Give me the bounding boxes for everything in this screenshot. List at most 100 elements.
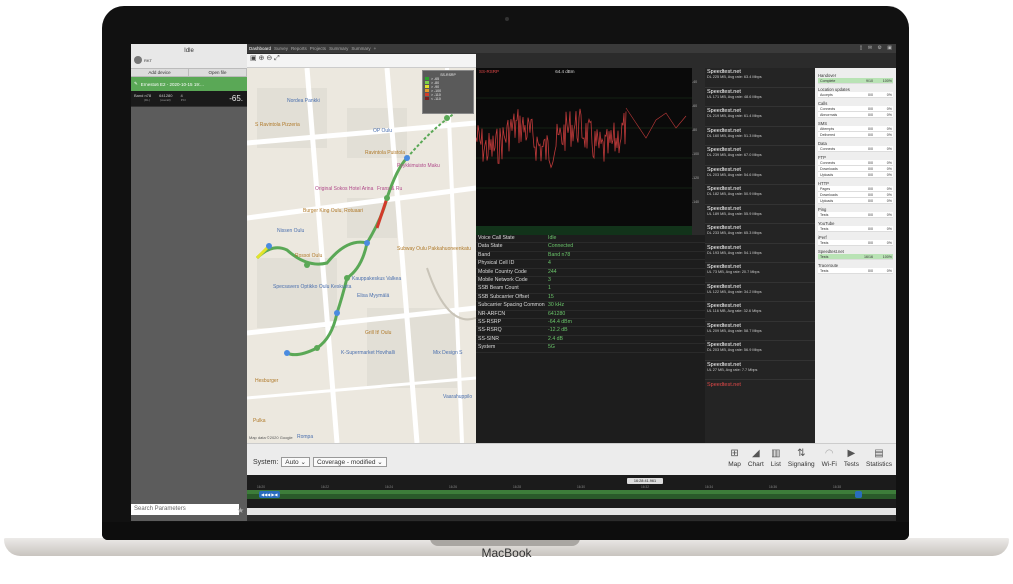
list-tool[interactable]: ▥ List — [771, 447, 781, 468]
tab-reports[interactable]: Reports — [291, 46, 307, 51]
wifi-tool[interactable]: ◠ Wi-Fi — [822, 447, 837, 468]
speedtest-entry[interactable]: Speedtest.net UL 116 MB, Avg rate: 32.6 M… — [705, 302, 815, 322]
timeline-markers[interactable]: ◀◀◀ ▶◀ — [259, 491, 280, 498]
info-value: 244 — [546, 268, 705, 278]
poi-19[interactable]: Vaarahuppilo — [443, 394, 472, 400]
speedtest-entry[interactable]: Speedtest.net UL 189 MB, Avg rate: 55.9 M… — [705, 205, 815, 224]
poi-11[interactable]: Subway Oulu Pakkahuoneenkatu — [397, 246, 471, 252]
stats-row[interactable]: Tests 16/16 100% — [818, 254, 893, 260]
laptop-chin — [102, 522, 909, 540]
speedtest-detail: UL 27 MB, Avg rate: 7.7 Mbps — [707, 367, 758, 372]
system-label: System: — [253, 458, 279, 466]
speedtest-entry[interactable]: Speedtest.net DL 239 MB, Avg rate: 67.0 M… — [705, 146, 815, 166]
stats-row[interactable]: Tests 0/0 0% — [818, 226, 893, 232]
speedtest-entry[interactable]: Speedtest.net UL 171 MB, Avg rate: 48.6 M… — [705, 88, 815, 107]
timeline-cursor[interactable]: 16:28:41.961 — [627, 478, 663, 484]
stats-row[interactable]: Complete 9/10 100% — [818, 78, 893, 84]
poi-3[interactable]: OP Oulu — [373, 128, 392, 134]
search-input[interactable]: Search Parameters — [131, 504, 239, 515]
poi-17[interactable]: Hesburger — [255, 378, 278, 384]
event-strip[interactable] — [476, 226, 692, 235]
map-tool[interactable]: ⊞ Map — [728, 447, 741, 468]
poi-10[interactable]: Rossoi Oulu — [295, 253, 322, 259]
coverage-select[interactable]: Coverage - modified ⌄ — [312, 457, 387, 467]
speedtest-entry[interactable]: Speedtest.net UL 122 MB, Avg rate: 34.2 M… — [705, 283, 815, 302]
signaling-tool[interactable]: ⇅ Signaling — [788, 447, 815, 468]
poi-14[interactable]: Specsavers Optikko Oulu Keskusta — [273, 284, 351, 290]
stats-row[interactable]: Uploads 0/0 0% — [818, 198, 893, 204]
map-legend: SS-RSRP > -65 > -80 > -90 > -100 > -110 < -11… — [422, 70, 474, 114]
tick-5: -140 — [692, 200, 700, 204]
tab-projects[interactable]: Projects — [310, 46, 326, 51]
speedtest-entry[interactable]: Speedtest.net DL 219 MB, Avg rate: 61.4 M… — [705, 107, 815, 127]
timeline-end-marker[interactable] — [855, 491, 862, 498]
stats-row[interactable]: Accepts 0/0 0% — [818, 92, 893, 98]
tab-summary[interactable]: Summary — [329, 46, 348, 51]
star-icon[interactable]: ★ — [237, 506, 244, 515]
poi-2[interactable]: S Ravintola Pizzeria — [255, 122, 300, 128]
stats-cell: 100% — [882, 255, 892, 259]
statistics-tool[interactable]: ▤ Statistics — [866, 447, 892, 468]
signal-chart[interactable] — [475, 68, 692, 233]
poi-21[interactable]: Rompa — [297, 434, 313, 440]
speedtest-detail: UL 122 MB, Avg rate: 34.2 Mbps — [707, 289, 762, 294]
tab-dashboard[interactable]: Dashboard — [249, 46, 271, 51]
map-view[interactable]: Nordea Pankki S Ravintola Pizzeria OP Ou… — [247, 68, 476, 443]
window-icons[interactable]: ▯ ✉ ⚙ ▣ — [860, 45, 894, 51]
speedtest-entry[interactable]: Speedtest.net DL 203 MB, Avg rate: 54.6 M… — [705, 166, 815, 185]
speedtest-entry[interactable]: Speedtest.net DL 160 MB, Avg rate: 51.3 M… — [705, 127, 815, 146]
timeline-scrollbar[interactable] — [247, 508, 896, 515]
chart-icon: ◢ — [751, 448, 760, 459]
poi-7[interactable]: Frans & Ru — [377, 186, 402, 192]
speedtest-detail: DL 203 MB, Avg rate: 54.6 Mbps — [707, 172, 762, 177]
info-key: Mobile Network Code — [476, 276, 546, 286]
poi-9[interactable]: Nissen Oulu — [277, 228, 304, 234]
add-device-button[interactable]: Add device — [131, 69, 189, 76]
stats-row[interactable]: Tests 0/0 0% — [818, 240, 893, 246]
channel-sub: (DL) — [144, 98, 150, 102]
add-tab-icon[interactable]: + — [374, 46, 377, 51]
tab-survey[interactable]: Survey — [274, 46, 288, 51]
timeline-tick: 16:26 — [449, 485, 457, 489]
poi-18[interactable]: Mix Design S — [433, 350, 462, 356]
poi-6[interactable]: Original Sokos Hotel Arina — [315, 186, 373, 192]
speedtest-entry[interactable]: Speedtest.net DL 193 MB, Avg rate: 54.1 M… — [705, 244, 815, 263]
poi-12[interactable]: Kauppakeskus Valkea — [352, 276, 401, 282]
stats-row[interactable]: Uploads 0/0 0% — [818, 172, 893, 178]
timeline[interactable]: 16:20 16:22 16:24 16:26 16:28 16:30 16:32 16:34… — [247, 475, 896, 515]
poi-4[interactable]: Ravintola Puistola — [365, 150, 405, 156]
speedtest-entry[interactable]: Speedtest.net UL 27 MB, Avg rate: 7.7 Mbp… — [705, 361, 815, 380]
poi-8[interactable]: Burger King Oulu, Rotuaari — [303, 208, 363, 214]
poi-16[interactable]: K-Supermarket Hovihalli — [341, 350, 395, 356]
open-file-button[interactable]: Open file — [189, 69, 247, 76]
speedtest-entry[interactable]: Speedtest.net DL 225 MB, Avg rate: 63.4 M… — [705, 68, 815, 88]
avatar[interactable] — [134, 56, 142, 64]
stats-cell: Tests — [820, 227, 829, 231]
poi-13[interactable]: Elisa Myymälä — [357, 293, 389, 299]
speedtest-entry[interactable]: Speedtest.net DL 203 MB, Avg rate: 56.9 M… — [705, 341, 815, 361]
stats-row[interactable]: Abnormals 0/0 0% — [818, 112, 893, 118]
stats-row[interactable]: Tests 0/0 0% — [818, 212, 893, 218]
speedtest-last[interactable]: Speedtest.net — [705, 380, 815, 390]
stats-cell: Complete — [820, 79, 836, 83]
chart-tool[interactable]: ◢ Chart — [748, 447, 764, 468]
stats-row[interactable]: Delivered 0/0 0% — [818, 132, 893, 138]
tab-summary-2[interactable]: Summary — [351, 46, 370, 51]
poi-1[interactable]: Nordea Pankki — [287, 98, 320, 104]
info-key: Physical Cell ID — [476, 259, 546, 269]
stats-row[interactable]: Connects 0/0 0% — [818, 146, 893, 152]
info-value: 5G — [546, 343, 705, 353]
system-select[interactable]: Auto ⌄ — [281, 457, 310, 467]
tests-tool[interactable]: ▶ Tests — [844, 447, 859, 468]
poi-20[interactable]: Pulka — [253, 418, 266, 424]
device-row[interactable]: ✎ Ernesto6 E2 - 2020-10-15 19:... — [131, 77, 247, 91]
poi-5[interactable]: Pyykkimuisto Maku — [397, 163, 440, 169]
speedtest-entry[interactable]: Speedtest.net DL 182 MB, Avg rate: 50.9 M… — [705, 185, 815, 205]
speedtest-entry[interactable]: Speedtest.net DL 233 MB, Avg rate: 65.3 M… — [705, 224, 815, 244]
speedtest-entry[interactable]: Speedtest.net UL 209 MB, Avg rate: 58.7 M… — [705, 322, 815, 341]
speedtest-entry[interactable]: Speedtest.net UL 73 MB, Avg rate: 20.7 Mb… — [705, 263, 815, 283]
sidebar-buttons: Add device Open file — [131, 68, 247, 77]
map-tools-icon[interactable]: ▣ ⊕ ⊖ ⤢ — [250, 55, 280, 62]
poi-15[interactable]: Grill It! Oulu — [365, 330, 391, 336]
stats-row[interactable]: Tests 0/0 0% — [818, 268, 893, 274]
